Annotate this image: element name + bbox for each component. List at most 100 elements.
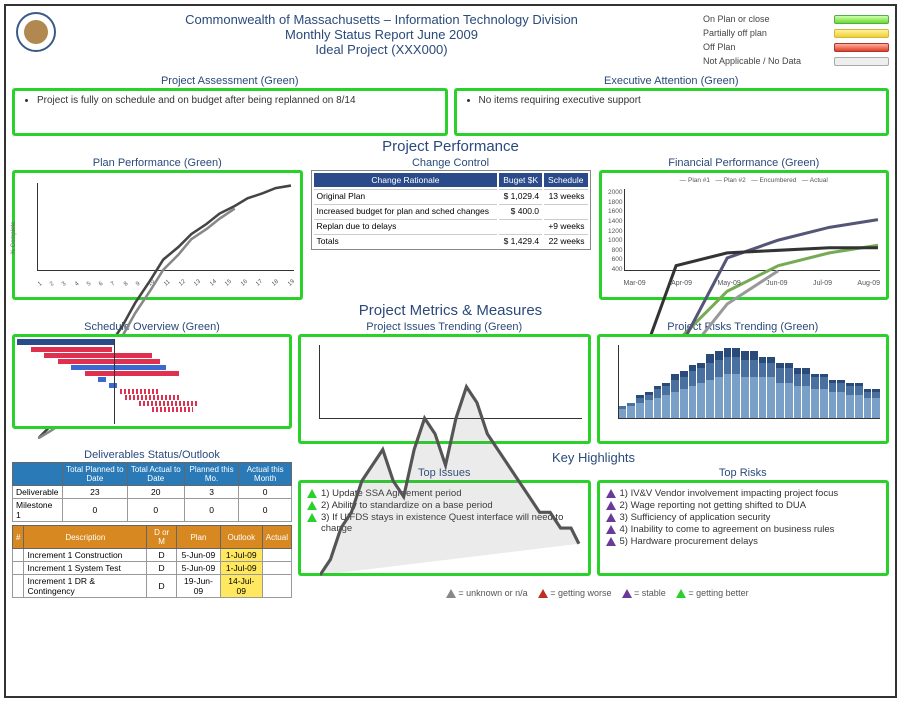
dr0a: 23 [63, 486, 128, 499]
assessment-bullet: Project is fully on schedule and on budg… [37, 95, 437, 106]
assessment-title: Project Assessment (Green) [12, 75, 448, 87]
sr2m: D [147, 575, 177, 598]
issues-chart [298, 334, 591, 444]
executive-bullet: No items requiring executive support [479, 95, 879, 106]
performance-title: Project Performance [6, 138, 895, 155]
risk-1: 1) IV&V Vendor involvement impacting pro… [620, 488, 839, 499]
triangle-icon [606, 537, 616, 546]
triangle-icon [307, 501, 317, 510]
plan-performance-chart: % Complete 12345678910111213141516171819 [12, 170, 303, 300]
sh5: Actual [262, 526, 291, 549]
financial-yticks: 200018001600140012001000800600400 [605, 189, 623, 273]
financial-title: Financial Performance (Green) [599, 157, 890, 169]
state-seal-icon [16, 12, 56, 52]
financial-legend: — Plan #1 — Plan #2 — Encumbered — Actua… [628, 177, 881, 184]
top-risks-box: 1) IV&V Vendor involvement impacting pro… [597, 480, 890, 576]
dh4: Actual this Month [239, 463, 292, 486]
sr1m: D [147, 562, 177, 575]
ct-r1-l: Original Plan [314, 189, 498, 202]
deliverables-title: Deliverables Status/Outlook [12, 449, 292, 461]
sr0p: 5-Jun-09 [177, 549, 221, 562]
sr1d: Increment 1 System Test [24, 562, 147, 575]
legend-partial: Partially off plan [703, 28, 767, 38]
swatch-grey [834, 57, 889, 66]
risk-2: 2) Wage reporting not getting shifted to… [620, 500, 807, 511]
triangle-green-icon [676, 589, 686, 598]
top-risks-title: Top Risks [597, 467, 890, 479]
title-block: Commonwealth of Massachusetts – Informat… [62, 10, 701, 57]
dh1: Total Planned to Date [63, 463, 128, 486]
dr0d: 0 [239, 486, 292, 499]
dh3: Planned this Mo. [184, 463, 238, 486]
ct-r2-b: $ 400.0 [499, 204, 542, 217]
ct-r3-l: Replan due to delays [314, 219, 498, 232]
gantt-chart [12, 334, 292, 429]
change-control-title: Change Control [309, 157, 593, 169]
financial-chart: — Plan #1 — Plan #2 — Encumbered — Actua… [599, 170, 890, 300]
ct-budget-h: Buget $K [499, 173, 542, 187]
executive-box: No items requiring executive support [454, 88, 890, 136]
sr2p: 19-Jun-09 [177, 575, 221, 598]
sr0m: D [147, 549, 177, 562]
financial-xticks: Mar-09Apr-09May-09Jun-09Jul-09Aug-09 [624, 280, 881, 287]
dr0l: Deliverable [13, 486, 63, 499]
ct-r3-s: +9 weeks [544, 219, 587, 232]
ct-t-l: Totals [314, 234, 498, 247]
key-stable: = stable [634, 588, 666, 598]
triangle-purple-icon [622, 589, 632, 598]
sh3: Plan [177, 526, 221, 549]
dr1c: 0 [184, 499, 238, 522]
dh2: Total Actual to Date [127, 463, 184, 486]
dr1a: 0 [63, 499, 128, 522]
legend-off: Off Plan [703, 42, 735, 52]
sr1o: 1-Jul-09 [220, 562, 262, 575]
sr0n [13, 549, 24, 562]
risks-chart [597, 334, 890, 444]
assessment-row: Project Assessment (Green) Project is fu… [6, 74, 895, 136]
title-line-2: Monthly Status Report June 2009 [62, 27, 701, 42]
ct-r1-b: $ 1,029.4 [499, 189, 542, 202]
sr0d: Increment 1 Construction [24, 549, 147, 562]
ct-r2-l: Increased budget for plan and sched chan… [314, 204, 498, 217]
dr1l: Milestone 1 [13, 499, 63, 522]
sh4: Outlook [220, 526, 262, 549]
dr0b: 20 [127, 486, 184, 499]
triangle-icon [606, 489, 616, 498]
swatch-yellow [834, 29, 889, 38]
legend-na: Not Applicable / No Data [703, 56, 801, 66]
header-row: Commonwealth of Massachusetts – Informat… [6, 6, 895, 74]
performance-row: Plan Performance (Green) % Complete 1234… [6, 156, 895, 300]
ct-r3-b [499, 219, 542, 232]
swatch-green [834, 15, 889, 24]
assessment-box: Project is fully on schedule and on budg… [12, 88, 448, 136]
ct-header: Change Rationale [314, 173, 498, 187]
sr0o: 1-Jul-09 [220, 549, 262, 562]
dr1d: 0 [239, 499, 292, 522]
schedule-table: # Description D or M Plan Outlook Actual… [12, 525, 292, 598]
ct-sched-h: Schedule [544, 173, 587, 187]
dh0 [13, 463, 63, 486]
triangle-icon [307, 489, 317, 498]
sh1: Description [24, 526, 147, 549]
sh2: D or M [147, 526, 177, 549]
sr1p: 5-Jun-09 [177, 562, 221, 575]
ct-r2-s [544, 204, 587, 217]
ct-t-s: 22 weeks [544, 234, 587, 247]
triangle-icon [606, 513, 616, 522]
sr1a [262, 562, 291, 575]
issues-trend-title: Project Issues Trending (Green) [298, 321, 591, 333]
title-line-3: Ideal Project (XXX000) [62, 42, 701, 57]
legend-on-plan: On Plan or close [703, 14, 770, 24]
executive-title: Executive Attention (Green) [454, 75, 890, 87]
plan-perf-title: Plan Performance (Green) [12, 157, 303, 169]
sh0: # [13, 526, 24, 549]
sr1n [13, 562, 24, 575]
sr2d: Increment 1 DR & Contingency [24, 575, 147, 598]
sr0a [262, 549, 291, 562]
triangle-icon [307, 513, 317, 522]
ct-t-b: $ 1,429.4 [499, 234, 542, 247]
metrics-row: Schedule Overview (Green) Project Issues… [6, 320, 895, 444]
risk-5: 5) Hardware procurement delays [620, 536, 758, 547]
triangle-icon [606, 501, 616, 510]
dr0c: 3 [184, 486, 238, 499]
